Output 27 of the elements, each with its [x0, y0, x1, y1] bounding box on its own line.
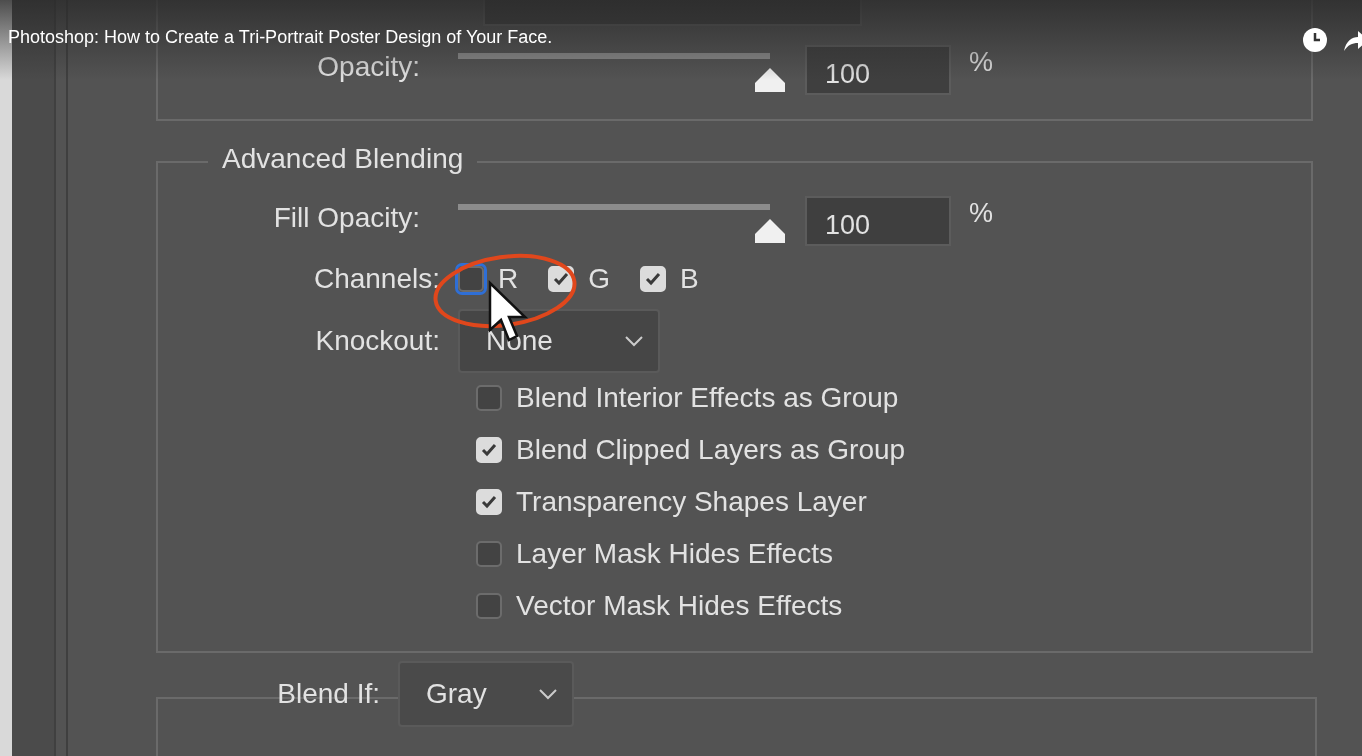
value-field[interactable]: 100 — [805, 195, 951, 246]
checkbox-label: Transparency Shapes Layer — [516, 485, 867, 518]
slider-thumb[interactable] — [754, 217, 786, 244]
checkbox[interactable] — [476, 540, 502, 567]
slider-thumb[interactable] — [754, 66, 786, 93]
blend-if-label: Blend If: — [276, 677, 381, 710]
checkbox-label: G — [588, 262, 610, 295]
checkbox-label: Blend Interior Effects as Group — [516, 381, 899, 414]
chevron-icon — [538, 687, 558, 700]
slider-label: Fill Opacity: — [272, 201, 421, 234]
chevron-icon — [624, 334, 644, 347]
checkbox-label: R — [498, 262, 519, 295]
clock-icon[interactable] — [1302, 27, 1328, 53]
channels-label: Channels: — [312, 262, 441, 295]
checkbox[interactable] — [476, 592, 502, 619]
unit-label: % — [969, 198, 993, 230]
slider-label: Opacity: — [316, 50, 421, 83]
checkbox-label: Vector Mask Hides Effects — [516, 589, 843, 622]
checkbox-label: Blend Clipped Layers as Group — [516, 433, 906, 466]
checkbox-label: Layer Mask Hides Effects — [516, 537, 833, 570]
video-title: Photoshop: How to Create a Tri-Portrait Poster Design of Your Face. — [8, 27, 553, 48]
checkbox[interactable] — [476, 384, 502, 411]
knockout-label: Knockout: — [314, 324, 441, 357]
value-field[interactable]: 100 — [805, 44, 951, 95]
checkbox-label: B — [680, 262, 699, 295]
blend-if-dropdown[interactable]: Gray — [398, 660, 574, 727]
unit-label: % — [969, 47, 993, 79]
